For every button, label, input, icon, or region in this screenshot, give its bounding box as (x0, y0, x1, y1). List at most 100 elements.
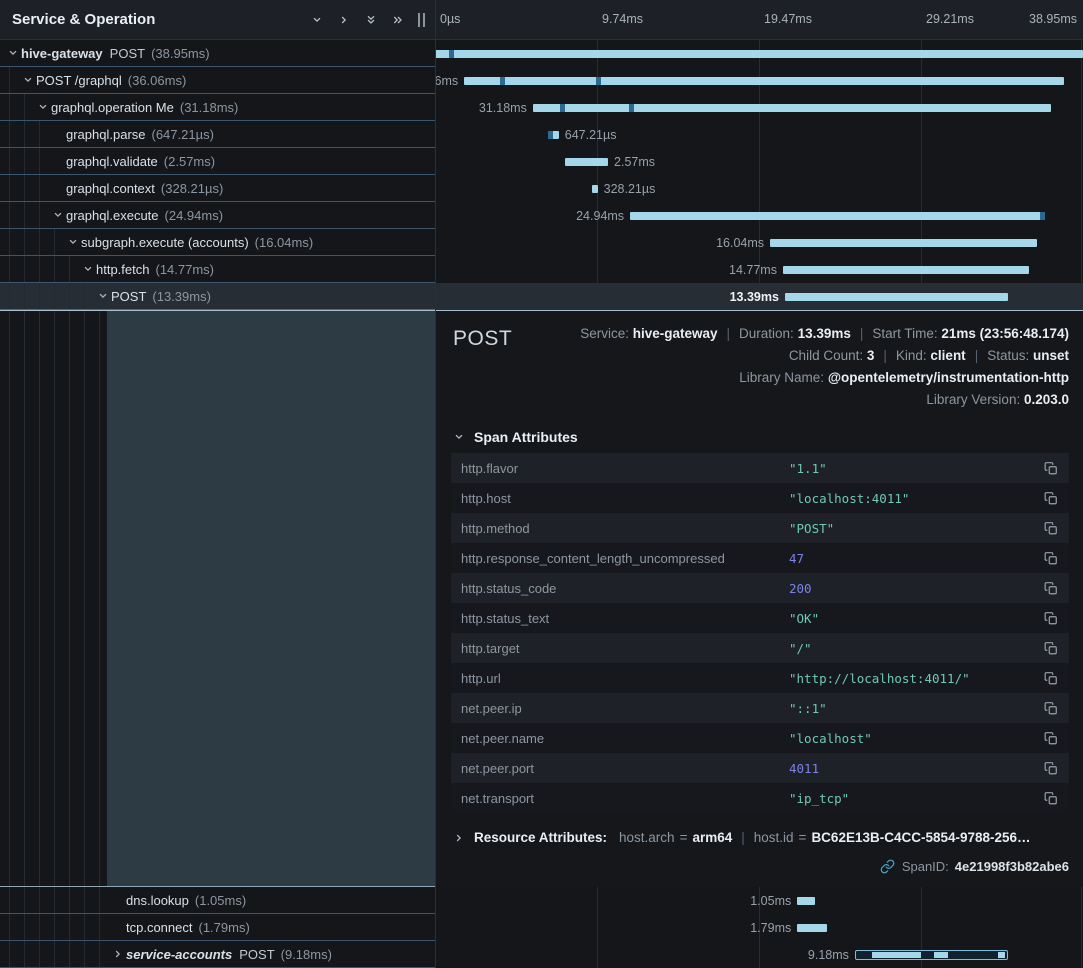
span-duration-label: 1.05ms (750, 894, 791, 908)
child-span-tick (500, 77, 505, 85)
span-tree-cell[interactable]: hive-gatewayPOST(38.95ms) (0, 40, 435, 67)
chevron-down-icon[interactable] (51, 209, 65, 221)
panel-splitter-handle[interactable] (418, 13, 425, 27)
attribute-key: http.url (461, 671, 789, 686)
copy-button[interactable] (1041, 461, 1061, 476)
meta-value: unset (1033, 348, 1069, 363)
span-row[interactable]: hive-gatewayPOST(38.95ms) (0, 40, 1083, 67)
span-bar[interactable] (592, 185, 598, 193)
copy-button[interactable] (1041, 671, 1061, 686)
tree-panel-header: Service & Operation (0, 0, 435, 40)
timeline-ruler: 0µs9.74ms19.47ms29.21ms38.95ms (435, 0, 1083, 40)
meta-label: Duration: (739, 326, 798, 341)
chevron-down-icon[interactable] (6, 47, 20, 59)
span-bar[interactable] (464, 77, 1064, 85)
span-row[interactable]: graphql.execute(24.94ms) 24.94ms (0, 202, 1083, 229)
span-duration: (14.77ms) (155, 262, 214, 277)
link-icon[interactable] (880, 859, 895, 874)
resource-key: host.arch (619, 830, 675, 845)
chevron-down-icon[interactable] (36, 101, 50, 113)
copy-button[interactable] (1041, 521, 1061, 536)
span-bar[interactable] (785, 293, 1008, 301)
span-duration-label: 24.94ms (576, 209, 624, 223)
timeline-cell[interactable]: 647.21µs (435, 121, 1083, 148)
chevron-down-icon[interactable] (96, 290, 110, 302)
copy-button[interactable] (1041, 611, 1061, 626)
timeline-cell[interactable]: 2.57ms (435, 148, 1083, 175)
span-name: service-accounts (126, 947, 232, 962)
timeline-cell[interactable]: 16.04ms (435, 229, 1083, 256)
span-tree-cell[interactable]: POST /graphql(36.06ms) (0, 67, 435, 94)
timeline-cell[interactable]: 13.39ms (435, 283, 1083, 310)
copy-button[interactable] (1041, 701, 1061, 716)
span-detail-panel: POST Service: hive-gateway|Duration: 13.… (435, 311, 1083, 887)
attribute-row: net.peer.name"localhost" (451, 723, 1069, 753)
meta-label: Service: (580, 326, 633, 341)
span-tree-cell[interactable]: graphql.context(328.21µs) (0, 175, 435, 202)
span-tree-cell[interactable]: http.fetch(14.77ms) (0, 256, 435, 283)
span-row[interactable]: graphql.operation Me(31.18ms)31.18ms (0, 94, 1083, 121)
span-tree-cell[interactable]: graphql.operation Me(31.18ms) (0, 94, 435, 121)
copy-button[interactable] (1041, 581, 1061, 596)
tree-panel-title: Service & Operation (12, 11, 296, 28)
chevron-down-icon (453, 431, 465, 443)
span-bar[interactable] (797, 897, 814, 905)
span-tree-cell[interactable]: graphql.validate(2.57ms) (0, 148, 435, 175)
span-bar[interactable] (630, 212, 1045, 220)
copy-button[interactable] (1041, 761, 1061, 776)
copy-button[interactable] (1041, 731, 1061, 746)
span-bar[interactable] (565, 158, 608, 166)
chevron-down-icon[interactable] (66, 236, 80, 248)
attribute-row: http.url"http://localhost:4011/" (451, 663, 1069, 693)
span-bar[interactable] (770, 239, 1037, 247)
span-tree-cell[interactable]: dns.lookup(1.05ms) (0, 887, 435, 914)
span-tree-cell[interactable]: graphql.parse(647.21µs) (0, 121, 435, 148)
timeline-cell[interactable] (435, 40, 1083, 67)
chevron-right-icon[interactable] (111, 948, 125, 960)
span-row[interactable]: POST /graphql(36.06ms)36.06ms (0, 67, 1083, 94)
span-row[interactable]: subgraph.execute (accounts)(16.04ms)16.0… (0, 229, 1083, 256)
span-attributes-header[interactable]: Span Attributes (453, 429, 1069, 445)
span-row-selected[interactable]: POST(13.39ms)13.39ms (0, 283, 1083, 310)
chevron-down-icon[interactable] (21, 74, 35, 86)
chevron-right-icon[interactable] (338, 14, 350, 26)
span-tree-cell[interactable]: graphql.execute(24.94ms) (0, 202, 435, 229)
span-bar[interactable] (435, 50, 1083, 58)
chevron-down-icon[interactable] (81, 263, 95, 275)
span-row[interactable]: http.fetch(14.77ms)14.77ms (0, 256, 1083, 283)
timeline-cell[interactable]: 14.77ms (435, 256, 1083, 283)
span-bar[interactable] (533, 104, 1051, 112)
resource-attributes-row[interactable]: Resource Attributes: host.arch=arm64|hos… (453, 830, 1069, 845)
chevron-down-icon[interactable] (311, 14, 323, 26)
timeline-cell[interactable]: 328.21µs (435, 175, 1083, 202)
double-chevron-right-icon[interactable] (392, 14, 404, 26)
span-duration: (9.18ms) (281, 947, 332, 962)
timeline-cell[interactable]: 1.79ms (435, 914, 1083, 941)
copy-button[interactable] (1041, 491, 1061, 506)
resource-attributes-pairs: host.arch=arm64|host.id=BC62E13B-C4CC-58… (619, 830, 1031, 845)
copy-button[interactable] (1041, 791, 1061, 806)
span-row[interactable]: service-accountsPOST(9.18ms)9.18ms (0, 941, 1083, 968)
span-tree-cell[interactable]: tcp.connect(1.79ms) (0, 914, 435, 941)
span-bar[interactable] (797, 924, 827, 932)
timeline-cell[interactable]: 24.94ms (435, 202, 1083, 229)
timeline-cell[interactable]: 36.06ms (435, 67, 1083, 94)
timeline-cell[interactable]: 9.18ms (435, 941, 1083, 968)
attribute-key: http.method (461, 521, 789, 536)
attribute-value: "1.1" (789, 461, 1041, 476)
panel-divider[interactable] (435, 0, 436, 968)
span-row[interactable]: tcp.connect(1.79ms)1.79ms (0, 914, 1083, 941)
copy-button[interactable] (1041, 551, 1061, 566)
span-row[interactable]: graphql.context(328.21µs)328.21µs (0, 175, 1083, 202)
span-bar[interactable] (783, 266, 1029, 274)
span-row[interactable]: dns.lookup(1.05ms) 1.05ms (0, 887, 1083, 914)
timeline-cell[interactable]: 31.18ms (435, 94, 1083, 121)
span-tree-cell[interactable]: service-accountsPOST(9.18ms) (0, 941, 435, 968)
span-tree-cell[interactable]: subgraph.execute (accounts)(16.04ms) (0, 229, 435, 256)
span-tree-cell[interactable]: POST(13.39ms) (0, 283, 435, 310)
double-chevron-down-icon[interactable] (365, 14, 377, 26)
span-row[interactable]: graphql.parse(647.21µs)647.21µs (0, 121, 1083, 148)
span-row[interactable]: graphql.validate(2.57ms)2.57ms (0, 148, 1083, 175)
timeline-cell[interactable]: 1.05ms (435, 887, 1083, 914)
copy-button[interactable] (1041, 641, 1061, 656)
